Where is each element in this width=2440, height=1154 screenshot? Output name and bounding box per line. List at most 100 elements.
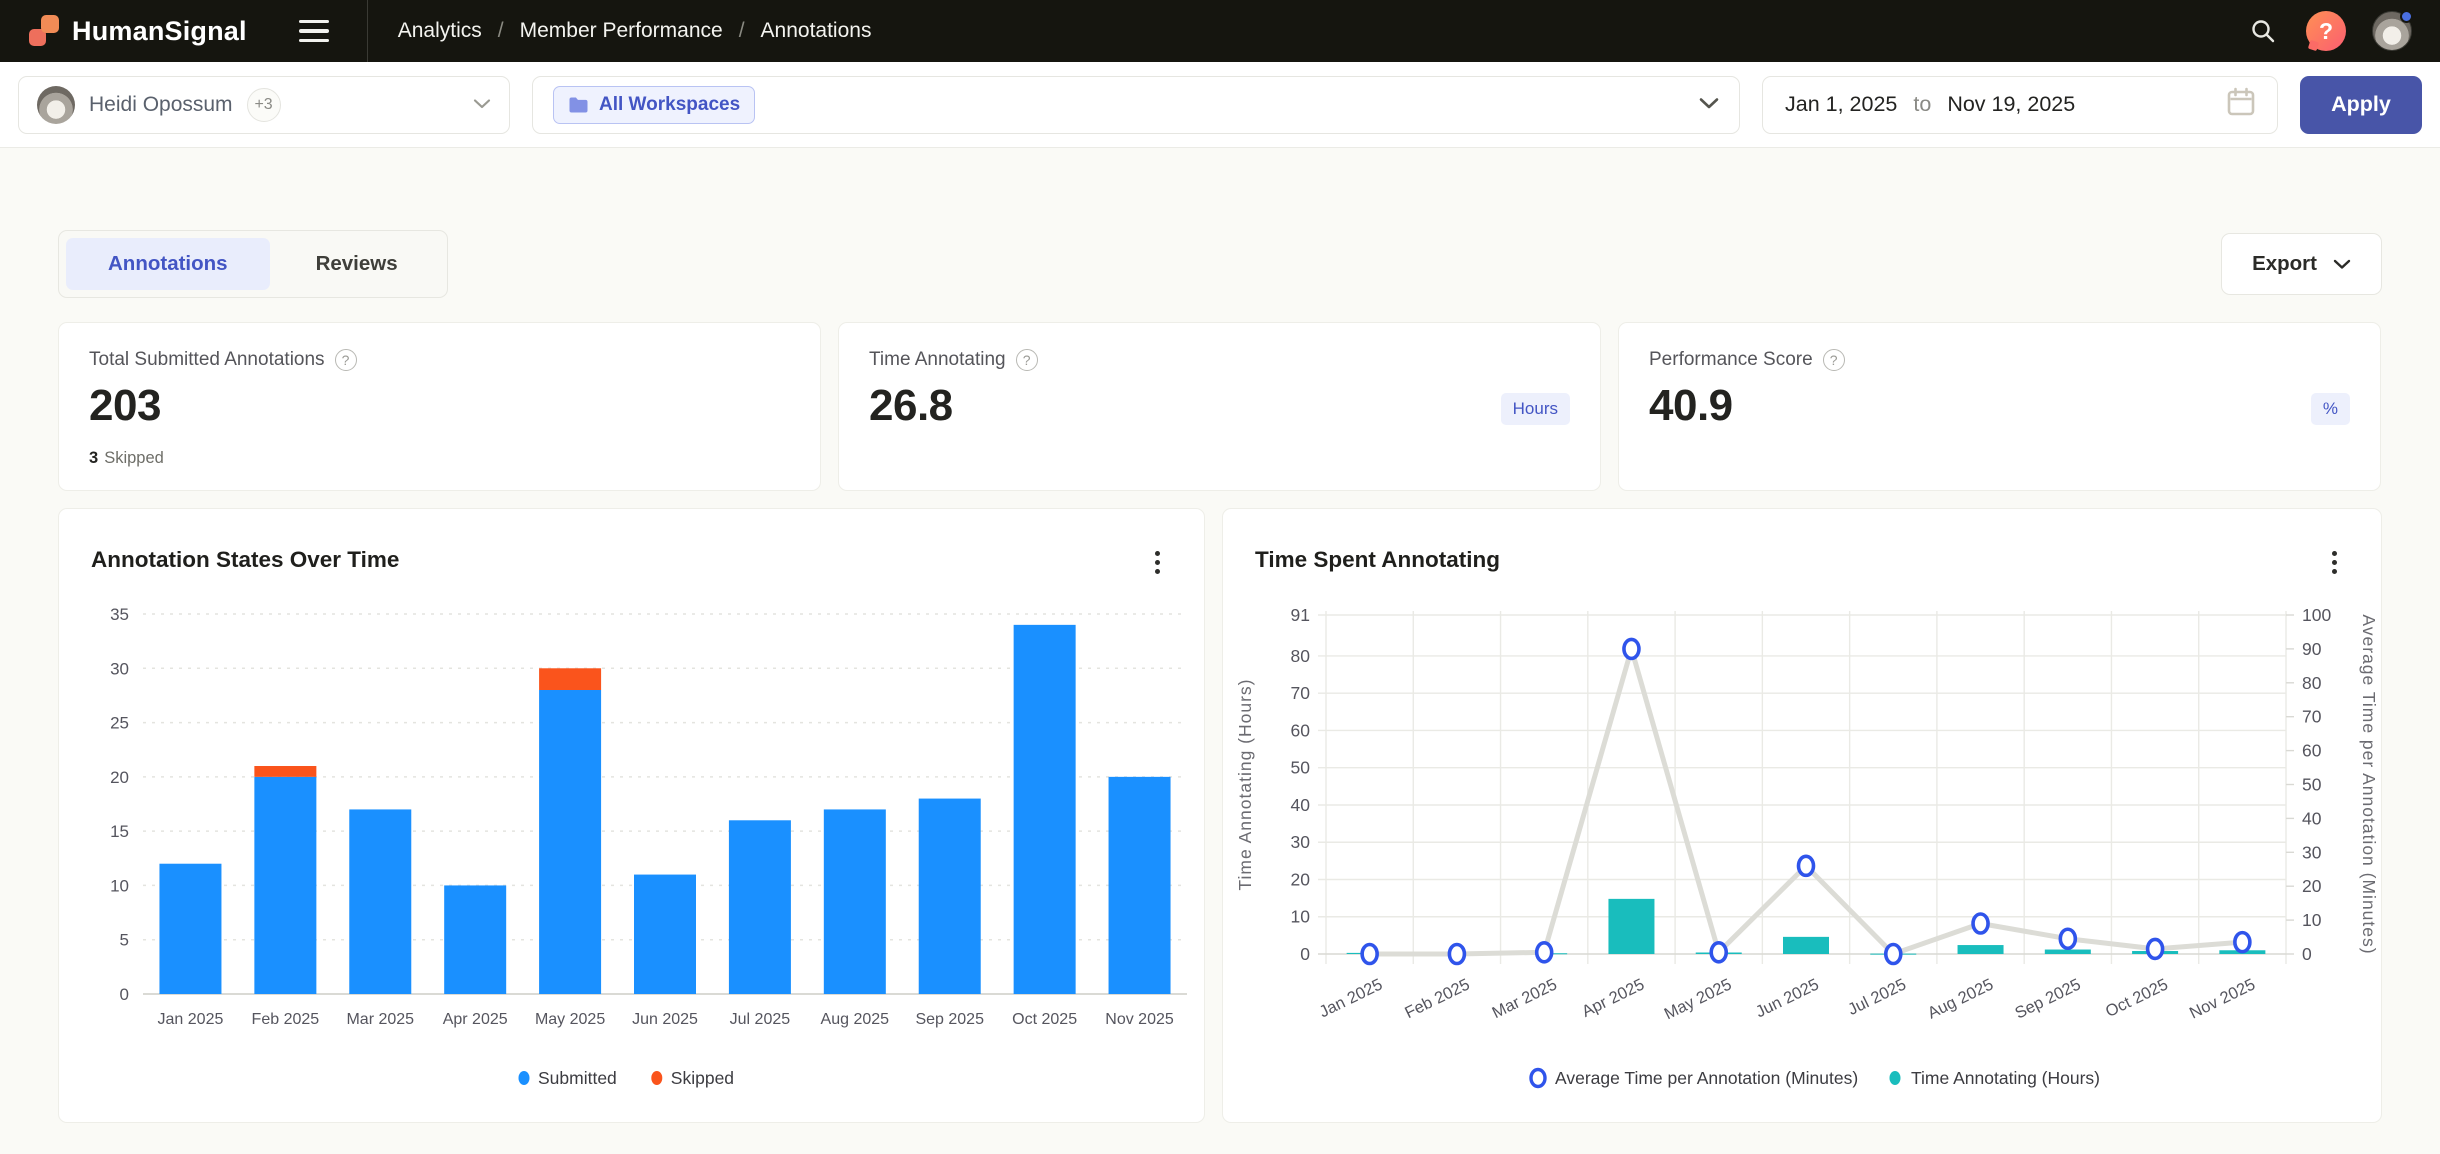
y-tick: 15 xyxy=(110,822,129,841)
x-tick: Apr 2025 xyxy=(443,1011,508,1028)
x-tick: Jan 2025 xyxy=(1316,975,1385,1021)
member-avatar xyxy=(37,86,75,124)
brand-logo[interactable]: HumanSignal xyxy=(28,15,247,47)
legend-marker xyxy=(651,1071,662,1085)
right-y-tick: 0 xyxy=(2302,944,2312,964)
bar-submitted xyxy=(729,820,791,994)
unit-badge: Hours xyxy=(1501,393,1570,425)
right-y-tick: 60 xyxy=(2302,741,2322,761)
legend-label: Average Time per Annotation (Minutes) xyxy=(1555,1068,1858,1088)
breadcrumb-separator: / xyxy=(739,19,745,43)
x-tick-group: Aug 2025 xyxy=(1925,975,1996,1022)
bar-submitted xyxy=(539,690,601,994)
x-tick-group: May 2025 xyxy=(1661,975,1734,1023)
left-y-tick: 70 xyxy=(1291,683,1311,703)
help-circle-icon[interactable]: ? xyxy=(1823,349,1845,371)
kebab-menu-icon[interactable] xyxy=(2317,545,2351,579)
search-icon[interactable] xyxy=(2246,14,2280,48)
metric-value: 26.8 xyxy=(869,381,1570,431)
line-marker xyxy=(1362,945,1377,964)
x-tick: Jul 2025 xyxy=(730,1011,791,1028)
line-marker xyxy=(1886,945,1901,964)
workspace-chip[interactable]: All Workspaces xyxy=(553,86,755,124)
line-marker xyxy=(2148,939,2163,958)
chart-title: Annotation States Over Time xyxy=(91,547,399,573)
bar-hours xyxy=(1958,945,2004,954)
metric-title: Total Submitted Annotations xyxy=(89,349,325,371)
legend-marker-bar xyxy=(1890,1071,1901,1085)
x-tick: May 2025 xyxy=(535,1011,605,1028)
metric-value: 40.9 xyxy=(1649,381,2350,431)
left-y-tick: 10 xyxy=(1291,907,1311,927)
help-circle-icon[interactable]: ? xyxy=(335,349,357,371)
member-name: Heidi Opossum xyxy=(89,93,233,117)
export-label: Export xyxy=(2252,252,2317,276)
extra-members-badge: +3 xyxy=(247,88,281,122)
bar-hours xyxy=(1783,937,1829,954)
x-tick: May 2025 xyxy=(1661,975,1734,1023)
kebab-menu-icon[interactable] xyxy=(1140,545,1174,579)
help-icon[interactable]: ? xyxy=(2306,11,2346,51)
metric-card-performance-score: Performance Score ? 40.9 % xyxy=(1618,322,2381,491)
tab-reviews[interactable]: Reviews xyxy=(274,238,440,290)
chevron-down-icon xyxy=(1699,96,1719,114)
x-tick: Jan 2025 xyxy=(158,1011,224,1028)
x-tick-group: Oct 2025 xyxy=(2103,975,2171,1021)
filter-bar: Heidi Opossum +3 All Workspaces Jan 1, 2… xyxy=(0,62,2440,148)
x-tick: Aug 2025 xyxy=(1925,975,1996,1022)
breadcrumb-annotations[interactable]: Annotations xyxy=(761,19,872,43)
skipped-count: 3 xyxy=(89,449,98,467)
metric-title: Performance Score xyxy=(1649,349,1813,371)
bar-submitted xyxy=(254,777,316,994)
bar-skipped xyxy=(539,668,601,690)
breadcrumb-analytics[interactable]: Analytics xyxy=(398,19,482,43)
x-tick-group: Jun 2025 xyxy=(1753,975,1822,1021)
line-marker xyxy=(1624,639,1639,658)
tab-annotations[interactable]: Annotations xyxy=(66,238,270,290)
x-tick-group: Mar 2025 xyxy=(1489,975,1560,1022)
bar-submitted xyxy=(444,885,506,994)
x-tick: Mar 2025 xyxy=(1489,975,1560,1022)
x-tick-group: Jan 2025 xyxy=(1316,975,1385,1021)
x-tick-group: Sep 2025 xyxy=(2012,975,2083,1022)
x-tick-group: Nov 2025 xyxy=(2187,975,2258,1022)
x-tick-group: Jul 2025 xyxy=(1845,975,1909,1019)
bar-submitted xyxy=(1109,777,1171,994)
x-tick: Nov 2025 xyxy=(1105,1011,1174,1028)
hamburger-menu-icon[interactable] xyxy=(299,11,339,51)
date-to: Nov 19, 2025 xyxy=(1947,92,2075,117)
y-tick: 10 xyxy=(110,876,129,895)
member-selector[interactable]: Heidi Opossum +3 xyxy=(18,76,510,134)
right-y-tick: 10 xyxy=(2302,910,2322,930)
line-marker xyxy=(1711,943,1726,962)
unit-badge: % xyxy=(2311,393,2350,425)
svg-text:Time Annotating (Hours): Time Annotating (Hours) xyxy=(1235,678,1255,890)
left-y-tick: 20 xyxy=(1291,869,1311,889)
right-y-tick: 90 xyxy=(2302,639,2322,659)
workspace-selector[interactable]: All Workspaces xyxy=(532,76,1740,134)
x-tick: Feb 2025 xyxy=(1402,975,1473,1022)
export-button[interactable]: Export xyxy=(2221,233,2382,295)
tab-group: Annotations Reviews xyxy=(58,230,448,298)
bar-submitted xyxy=(159,864,221,994)
user-avatar[interactable] xyxy=(2372,11,2412,51)
x-tick: Oct 2025 xyxy=(1012,1011,1077,1028)
left-axis-label-group: Time Annotating (Hours) xyxy=(1235,678,1255,890)
apply-button[interactable]: Apply xyxy=(2300,76,2422,134)
main-content: Annotations Reviews Export Total Submitt… xyxy=(0,230,2440,1123)
x-tick: Nov 2025 xyxy=(2187,975,2258,1022)
svg-text:Average Time per Annotation (M: Average Time per Annotation (Minutes) xyxy=(2359,614,2379,954)
bar-submitted xyxy=(919,799,981,994)
date-from: Jan 1, 2025 xyxy=(1785,92,1897,117)
folder-icon xyxy=(568,96,589,114)
y-tick: 25 xyxy=(110,714,129,733)
right-y-tick: 40 xyxy=(2302,808,2322,828)
date-range-picker[interactable]: Jan 1, 2025 to Nov 19, 2025 xyxy=(1762,76,2278,134)
y-tick: 5 xyxy=(120,931,129,950)
line-marker xyxy=(1449,945,1464,964)
x-tick: Jun 2025 xyxy=(632,1011,698,1028)
help-circle-icon[interactable]: ? xyxy=(1016,349,1038,371)
breadcrumb-member-performance[interactable]: Member Performance xyxy=(520,19,723,43)
x-tick: Feb 2025 xyxy=(252,1011,320,1028)
metric-title: Time Annotating xyxy=(869,349,1006,371)
